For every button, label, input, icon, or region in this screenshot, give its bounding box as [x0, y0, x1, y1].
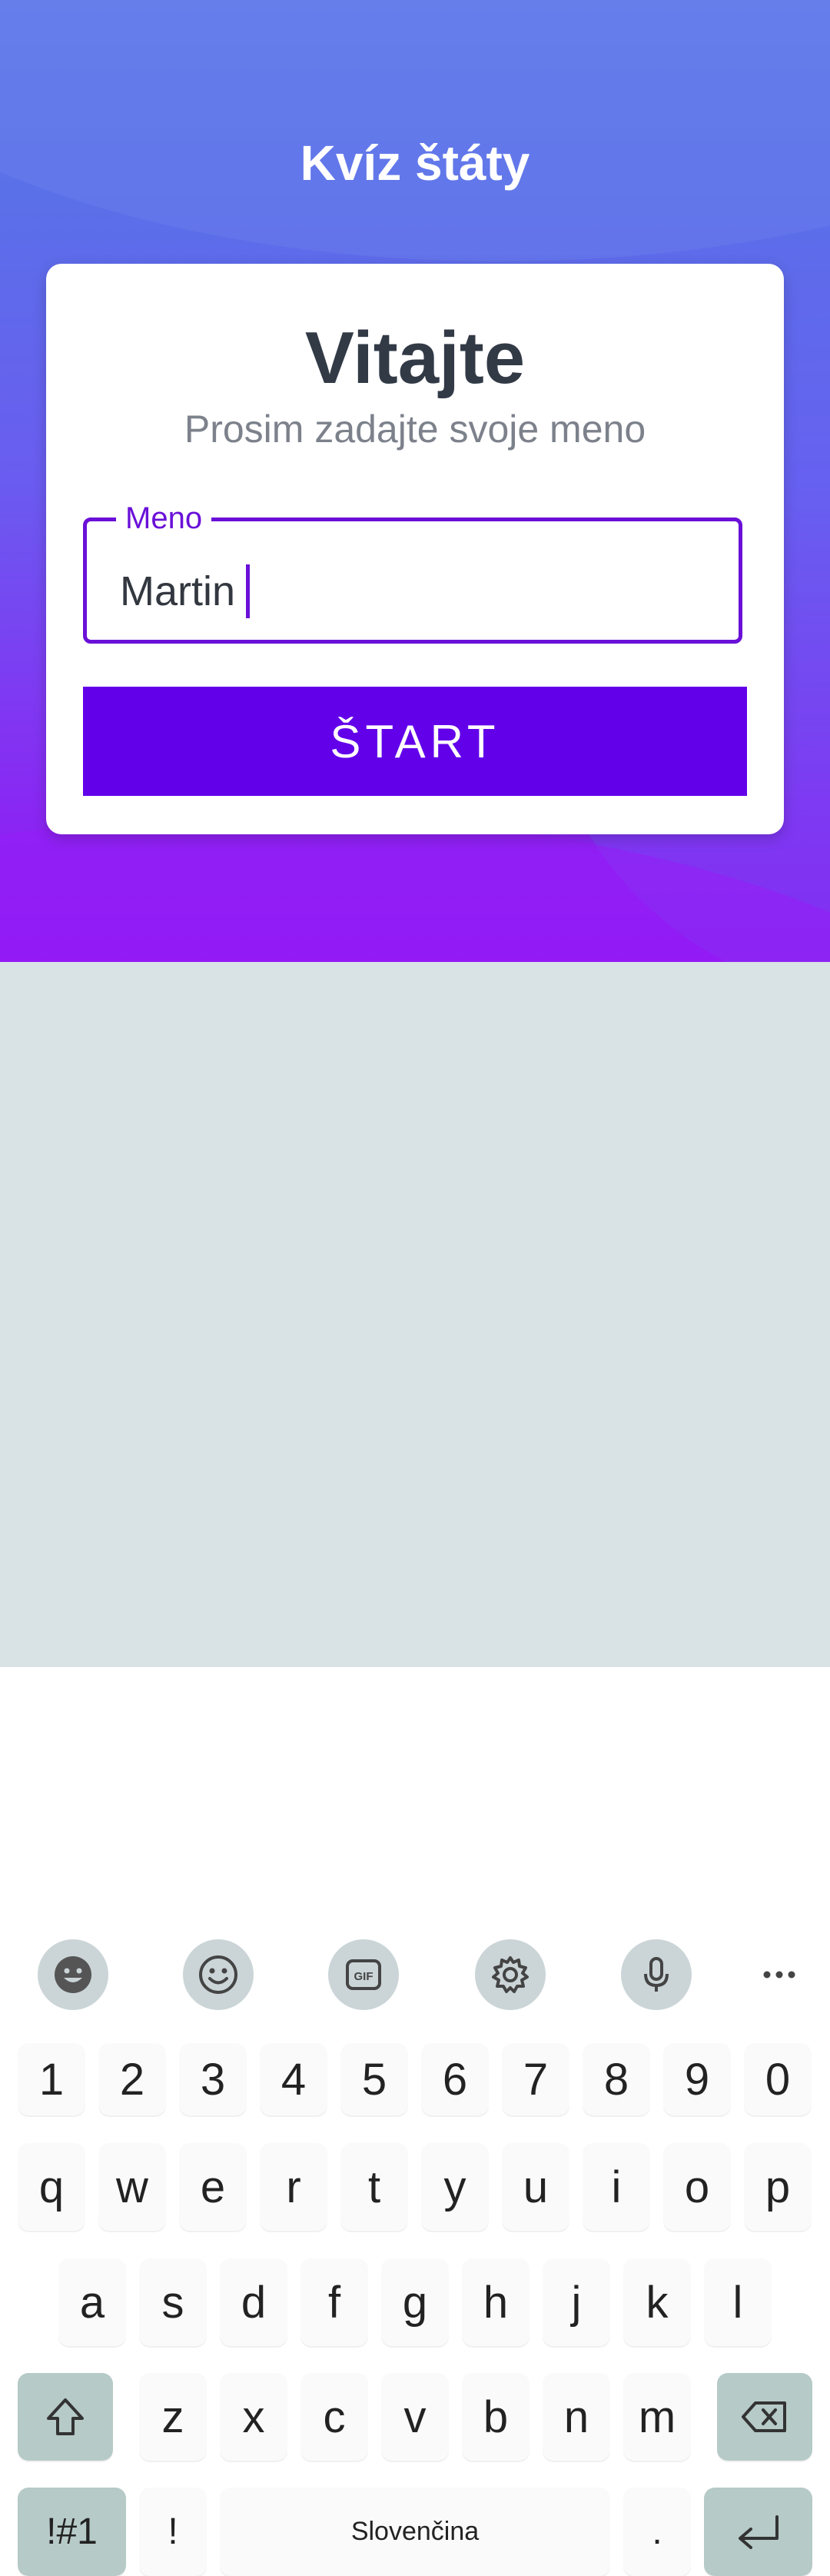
key-r[interactable]: r — [260, 2143, 327, 2231]
exclamation-key[interactable]: ! — [139, 2488, 207, 2576]
key-q[interactable]: q — [18, 2143, 85, 2231]
enter-key[interactable] — [704, 2488, 812, 2576]
svg-text:GIF: GIF — [354, 1970, 374, 1983]
key-e[interactable]: e — [179, 2143, 247, 2231]
gif-icon[interactable]: GIF — [328, 1939, 399, 2010]
app-screen: Kvíz štáty Vitajte Prosim zadajte svoje … — [0, 0, 830, 962]
key-m[interactable]: m — [623, 2373, 691, 2461]
name-field-label: Meno — [116, 501, 212, 536]
key-s[interactable]: s — [139, 2258, 207, 2346]
key-k[interactable]: k — [623, 2258, 691, 2346]
welcome-subtitle: Prosim zadajte svoje meno — [184, 408, 646, 451]
key-l[interactable]: l — [704, 2258, 772, 2346]
key-t[interactable]: t — [340, 2143, 408, 2231]
app-title: Kvíz štáty — [300, 135, 530, 191]
emoji-icon[interactable] — [183, 1939, 254, 2010]
settings-icon[interactable] — [475, 1939, 546, 2010]
key-8[interactable]: 8 — [583, 2043, 650, 2115]
backspace-icon — [742, 2401, 786, 2432]
key-v[interactable]: v — [381, 2373, 449, 2461]
space-key[interactable]: Slovenčina — [220, 2488, 610, 2576]
key-y[interactable]: y — [421, 2143, 489, 2231]
welcome-card: Vitajte Prosim zadajte svoje meno Meno M… — [46, 264, 784, 834]
key-b[interactable]: b — [462, 2373, 530, 2461]
shift-icon — [47, 2398, 84, 2435]
shift-key[interactable] — [18, 2373, 113, 2461]
welcome-heading: Vitajte — [304, 317, 526, 399]
key-f[interactable]: f — [300, 2258, 368, 2346]
key-6[interactable]: 6 — [421, 2043, 489, 2115]
key-d[interactable]: d — [220, 2258, 287, 2346]
key-z[interactable]: z — [139, 2373, 207, 2461]
key-j[interactable]: j — [543, 2258, 610, 2346]
key-7[interactable]: 7 — [502, 2043, 569, 2115]
symbols-key[interactable]: !#1 — [18, 2488, 126, 2576]
enter-icon — [738, 2514, 779, 2549]
key-u[interactable]: u — [502, 2143, 569, 2231]
key-x[interactable]: x — [220, 2373, 287, 2461]
key-3[interactable]: 3 — [179, 2043, 247, 2115]
key-h[interactable]: h — [462, 2258, 530, 2346]
key-4[interactable]: 4 — [260, 2043, 327, 2115]
microphone-icon[interactable] — [621, 1939, 692, 2010]
more-icon[interactable] — [744, 1939, 815, 2010]
sticker-icon[interactable] — [38, 1939, 108, 2010]
name-field[interactable]: Meno Martin — [83, 501, 742, 644]
name-input[interactable]: Martin — [120, 564, 251, 618]
key-p[interactable]: p — [744, 2143, 812, 2231]
period-key[interactable]: . — [623, 2488, 691, 2576]
key-5[interactable]: 5 — [340, 2043, 408, 2115]
key-1[interactable]: 1 — [18, 2043, 85, 2115]
text-cursor — [246, 564, 251, 618]
key-n[interactable]: n — [543, 2373, 610, 2461]
key-o[interactable]: o — [663, 2143, 731, 2231]
key-c[interactable]: c — [300, 2373, 368, 2461]
name-input-value: Martin — [120, 568, 236, 614]
key-a[interactable]: a — [58, 2258, 126, 2346]
key-g[interactable]: g — [381, 2258, 449, 2346]
key-9[interactable]: 9 — [663, 2043, 731, 2115]
background-wave — [0, 0, 830, 261]
key-w[interactable]: w — [98, 2143, 166, 2231]
key-0[interactable]: 0 — [744, 2043, 812, 2115]
key-2[interactable]: 2 — [98, 2043, 166, 2115]
start-button[interactable]: ŠTART — [83, 687, 747, 796]
key-i[interactable]: i — [583, 2143, 650, 2231]
keyboard: GIF 1 2 3 4 5 6 7 8 9 0 q w e r t y u i … — [0, 962, 830, 2576]
backspace-key[interactable] — [717, 2373, 812, 2461]
